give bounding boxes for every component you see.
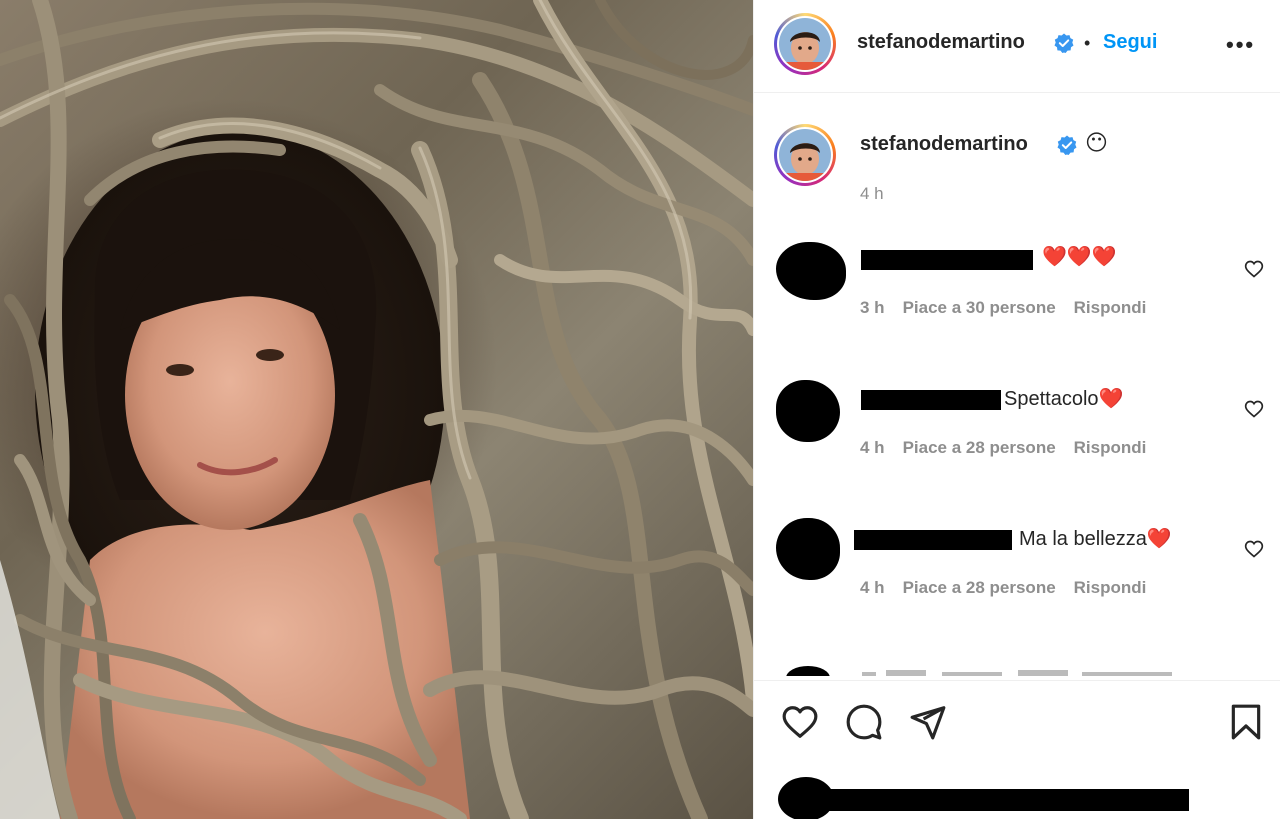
caption-author-avatar[interactable] bbox=[774, 124, 836, 186]
reply-button[interactable]: Rispondi bbox=[1074, 578, 1147, 597]
redacted-username bbox=[861, 390, 1001, 410]
reply-button[interactable]: Rispondi bbox=[1074, 298, 1147, 317]
verified-badge-icon bbox=[1057, 135, 1077, 155]
comment-timestamp[interactable]: 4 h bbox=[860, 438, 885, 457]
commenter-avatar[interactable] bbox=[776, 380, 840, 442]
heart-icon[interactable] bbox=[781, 703, 819, 741]
avatar-image bbox=[779, 129, 831, 181]
post-header: stefanodemartino • Segui ••• bbox=[754, 0, 1280, 93]
commenter-avatar[interactable] bbox=[776, 242, 846, 300]
comment-meta: 4 h Piace a 28 persone Rispondi bbox=[860, 578, 1164, 598]
commenter-avatar[interactable] bbox=[776, 518, 840, 580]
post-actions-bar bbox=[754, 680, 1280, 819]
redacted-username bbox=[861, 250, 1033, 270]
paper-plane-icon[interactable] bbox=[909, 703, 947, 741]
more-options-icon[interactable]: ••• bbox=[1226, 32, 1255, 58]
comment-like-heart-icon[interactable] bbox=[1244, 399, 1264, 419]
avatar-image bbox=[779, 18, 831, 70]
verified-badge-icon bbox=[1054, 33, 1074, 53]
author-avatar[interactable] bbox=[774, 13, 836, 75]
comment-timestamp[interactable]: 3 h bbox=[860, 298, 885, 317]
comment-text: Spettacolo❤️ bbox=[1004, 388, 1124, 410]
comment-text: ❤️❤️❤️ bbox=[1042, 246, 1117, 268]
comment-meta: 3 h Piace a 30 persone Rispondi bbox=[860, 298, 1164, 318]
follow-button[interactable]: Segui bbox=[1103, 31, 1157, 54]
likes-summary-redacted[interactable] bbox=[804, 789, 1189, 811]
redacted-username bbox=[854, 530, 1012, 550]
next-comment-peek bbox=[786, 666, 1172, 676]
caption-text: 😶 bbox=[1085, 130, 1108, 155]
post-photo[interactable] bbox=[0, 0, 753, 819]
post-side-panel: stefanodemartino • Segui ••• stefanodema… bbox=[753, 0, 1280, 819]
comment-like-count[interactable]: Piace a 28 persone bbox=[903, 578, 1056, 597]
bookmark-icon[interactable] bbox=[1227, 703, 1265, 741]
comment-like-heart-icon[interactable] bbox=[1244, 539, 1264, 559]
caption-username[interactable]: stefanodemartino bbox=[860, 133, 1028, 156]
header-separator: • bbox=[1084, 33, 1091, 53]
reply-button[interactable]: Rispondi bbox=[1074, 438, 1147, 457]
comment-icon[interactable] bbox=[845, 703, 883, 741]
author-username[interactable]: stefanodemartino bbox=[857, 31, 1025, 54]
photo-illustration bbox=[0, 0, 753, 819]
comment-text: Ma la bellezza❤️ bbox=[1019, 528, 1172, 550]
comment-meta: 4 h Piace a 28 persone Rispondi bbox=[860, 438, 1164, 458]
comment-like-count[interactable]: Piace a 30 persone bbox=[903, 298, 1056, 317]
comment-like-count[interactable]: Piace a 28 persone bbox=[903, 438, 1056, 457]
caption-timestamp[interactable]: 4 h bbox=[860, 184, 884, 204]
comment-timestamp[interactable]: 4 h bbox=[860, 578, 885, 597]
comment-like-heart-icon[interactable] bbox=[1244, 259, 1264, 279]
